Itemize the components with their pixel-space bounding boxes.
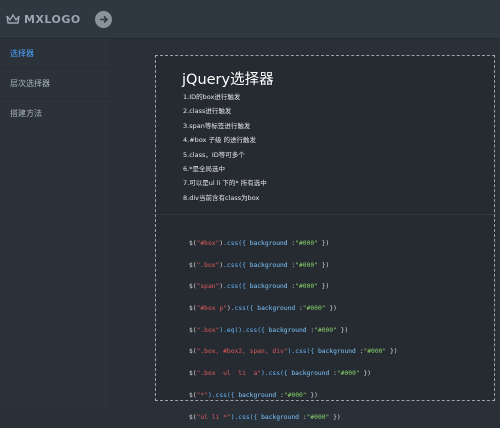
code-line: $("span").css({ background :"#000" }) xyxy=(189,276,398,298)
code-property: background xyxy=(250,240,288,247)
code-dollar: $( xyxy=(189,327,197,334)
code-dollar: $( xyxy=(189,414,197,421)
code-property: background xyxy=(318,348,356,355)
code-method: ).css({ xyxy=(231,414,261,421)
code-colon: : xyxy=(276,392,284,399)
content-panel: jQuery选择器 1.ID的box进行触发 2.class进行触发 3.spa… xyxy=(155,55,495,401)
code-value: "#000" xyxy=(303,305,326,312)
code-value: "#000" xyxy=(295,262,318,269)
code-selector: "*" xyxy=(197,392,208,399)
code-method: .css({ xyxy=(223,262,250,269)
code-property: background xyxy=(238,392,276,399)
code-method: ).css({ xyxy=(261,370,291,377)
sidebar-item-hierarchy-selectors[interactable]: 层次选择器 xyxy=(0,69,110,98)
code-tail: }) xyxy=(318,240,329,247)
code-property: background xyxy=(261,414,299,421)
section-divider xyxy=(156,214,494,215)
code-colon: : xyxy=(299,414,307,421)
code-line: $(".box").css({ background :"#000" }) xyxy=(189,255,398,277)
code-method: .css({ xyxy=(231,305,258,312)
code-selector: ".box ul li a" xyxy=(197,370,261,377)
note-item: 6.*是全局选中 xyxy=(183,162,267,176)
code-selector: ".box, #box2, span, div" xyxy=(197,348,288,355)
code-dollar: $( xyxy=(189,262,197,269)
sidebar-item-selectors[interactable]: 选择器 xyxy=(0,39,110,68)
code-tail: }) xyxy=(318,283,329,290)
main-content: jQuery选择器 1.ID的box进行触发 2.class进行触发 3.spa… xyxy=(110,39,500,407)
logo[interactable]: MXLOGO xyxy=(6,11,81,27)
note-item: 8.div当前含有class为box xyxy=(183,191,267,205)
code-selector: "span" xyxy=(197,283,220,290)
note-item: 2.class进行触发 xyxy=(183,104,267,118)
sidebar-item-setup-method[interactable]: 搭建方法 xyxy=(0,99,110,128)
code-value: "#000" xyxy=(363,348,386,355)
code-selector: ".box" xyxy=(197,262,220,269)
code-dollar: $( xyxy=(189,240,197,247)
code-property: background xyxy=(250,262,288,269)
code-selector: "#box" xyxy=(197,240,220,247)
code-selector: "ul li *" xyxy=(197,414,231,421)
note-item: 4.#box 子级 的进行触发 xyxy=(183,133,267,147)
code-dollar: $( xyxy=(189,370,197,377)
note-item: 1.ID的box进行触发 xyxy=(183,90,267,104)
code-line: $(".box ul li a").css({ background :"#00… xyxy=(189,363,398,385)
code-selector: "#box p" xyxy=(197,305,227,312)
sidebar: 选择器 层次选择器 搭建方法 xyxy=(0,39,110,407)
code-dollar: $( xyxy=(189,283,197,290)
code-method: ).eq().css({ xyxy=(219,327,268,334)
code-line: $("#box p").css({ background :"#000" }) xyxy=(189,298,398,320)
code-tail: }) xyxy=(329,414,340,421)
top-bar: MXLOGO xyxy=(0,0,500,39)
notes-list: 1.ID的box进行触发 2.class进行触发 3.span等标签进行触发 4… xyxy=(183,90,267,205)
code-method: .css({ xyxy=(223,240,250,247)
code-value: "#000" xyxy=(295,240,318,247)
code-dollar: $( xyxy=(189,348,197,355)
code-property: background xyxy=(269,327,307,334)
code-colon: : xyxy=(295,305,303,312)
code-value: "#000" xyxy=(284,392,307,399)
code-method: ).css({ xyxy=(208,392,238,399)
code-dollar: $( xyxy=(189,392,197,399)
code-property: background xyxy=(250,283,288,290)
code-tail: }) xyxy=(318,262,329,269)
code-line: $(".box, #box2, span, div").css({ backgr… xyxy=(189,341,398,363)
code-value: "#000" xyxy=(307,414,330,421)
code-line: $("#box").css({ background :"#000" }) xyxy=(189,233,398,255)
code-tail: }) xyxy=(307,392,318,399)
code-line: $("*").css({ background :"#000" }) xyxy=(189,385,398,407)
code-selector: ".box" xyxy=(197,327,220,334)
logo-text: MXLOGO xyxy=(24,13,81,26)
note-item: 5.class，ID等可多个 xyxy=(183,148,267,162)
code-block: $("#box").css({ background :"#000" })$("… xyxy=(189,233,398,428)
code-tail: }) xyxy=(360,370,371,377)
code-property: background xyxy=(257,305,295,312)
arrow-right-icon xyxy=(98,14,109,25)
note-item: 3.span等标签进行触发 xyxy=(183,119,267,133)
code-line: $(".box").eq().css({ background :"#000" … xyxy=(189,320,398,342)
code-value: "#000" xyxy=(337,370,360,377)
code-colon: : xyxy=(329,370,337,377)
code-tail: }) xyxy=(337,327,348,334)
code-dollar: $( xyxy=(189,305,197,312)
note-item: 7.可以是ul li 下的* 所有选中 xyxy=(183,176,267,190)
page-title: jQuery选择器 xyxy=(182,68,274,89)
code-tail: }) xyxy=(386,348,397,355)
code-method: ).css({ xyxy=(288,348,318,355)
code-value: "#000" xyxy=(295,283,318,290)
code-value: "#000" xyxy=(314,327,337,334)
code-method: .css({ xyxy=(223,283,250,290)
crown-icon xyxy=(6,13,20,25)
code-line: $("ul li *").css({ background :"#000" }) xyxy=(189,407,398,428)
sidebar-toggle-button[interactable] xyxy=(95,11,112,28)
code-property: background xyxy=(291,370,329,377)
code-tail: }) xyxy=(326,305,337,312)
